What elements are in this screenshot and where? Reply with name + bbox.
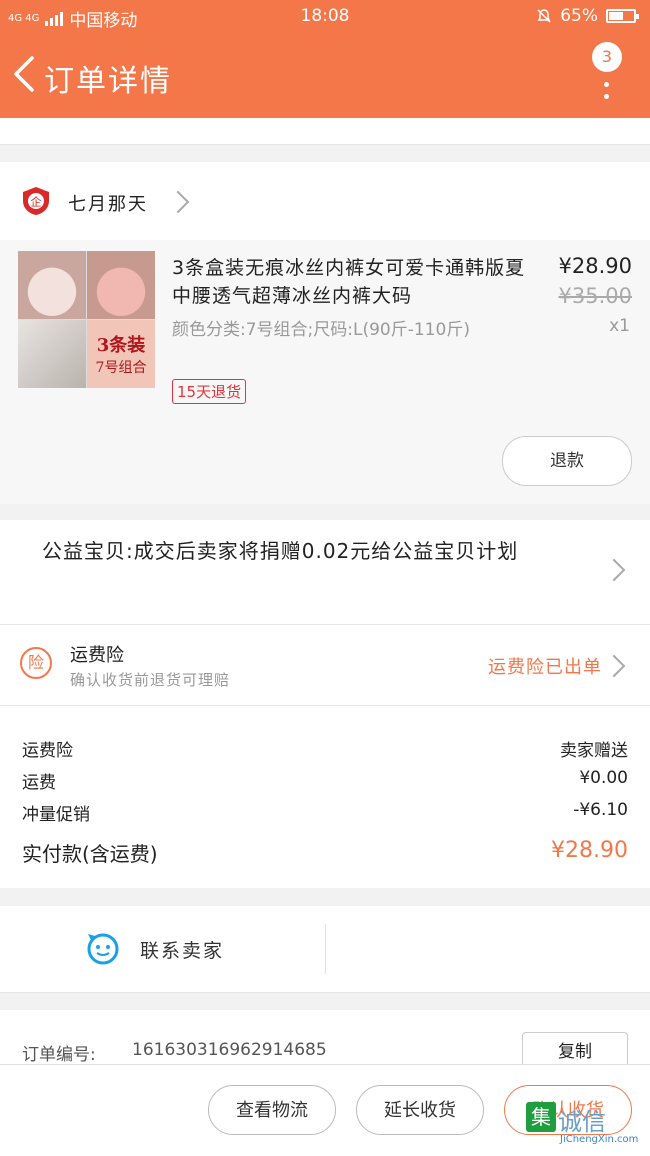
watermark-logo: 集 <box>526 1102 556 1132</box>
fee-label: 冲量促销 <box>22 805 90 825</box>
message-badge: 3 <box>592 42 622 72</box>
chevron-right-icon <box>602 654 626 678</box>
refund-button[interactable]: 退款 <box>502 436 632 486</box>
fee-value: -¥6.10 <box>573 800 628 820</box>
fee-summary: 运费险 卖家赠送 运费 ¥0.00 冲量促销 -¥6.10 实付款(含运费) ¥… <box>0 706 650 888</box>
extend-receipt-button[interactable]: 延长收货 <box>356 1085 484 1135</box>
page-title: 订单详情 <box>44 64 172 99</box>
more-menu-button[interactable]: 3 <box>592 42 632 102</box>
battery-icon <box>606 9 639 23</box>
fee-row-shipping: 运费 ¥0.00 <box>22 768 628 800</box>
fee-row-promotion: 冲量促销 -¥6.10 <box>22 800 628 832</box>
status-bar: 4G 4G 中国移动 18:08 65% <box>0 0 650 32</box>
charity-text: 公益宝贝:成交后卖家将捐赠0.02元给公益宝贝计划 <box>42 539 519 563</box>
insurance-title: 运费险 <box>70 645 124 666</box>
watermark-url: JiChengXin.com <box>560 1134 639 1145</box>
more-dot-icon <box>604 94 609 99</box>
view-logistics-button[interactable]: 查看物流 <box>208 1085 336 1135</box>
fee-label: 运费险 <box>22 741 73 761</box>
contact-seller-button[interactable]: 联系卖家 <box>140 936 224 963</box>
fee-value: 卖家赠送 <box>560 741 628 761</box>
silent-bell-icon <box>537 9 551 23</box>
insurance-icon: 险 <box>20 647 52 679</box>
order-number-row: 订单编号: 1616303169629146​85 复制 <box>0 1010 650 1072</box>
svg-text:企: 企 <box>31 195 42 209</box>
total-value: ¥28.90 <box>551 838 628 863</box>
insurance-status: 运费险已出单 <box>488 657 602 678</box>
shop-badge-icon: 企 <box>23 187 49 215</box>
shop-header[interactable]: 企 七月那天 <box>0 162 650 240</box>
product-price: ¥28.90 <box>558 254 632 278</box>
return-policy-tag: 15天退货 <box>172 379 247 404</box>
product-thumbnail[interactable]: 3条装 7号组合 <box>18 251 155 388</box>
order-number-value: 1616303169629146​85 <box>132 1040 327 1060</box>
back-arrow-icon[interactable] <box>10 54 40 94</box>
nav-bar: 订单详情 3 <box>0 32 650 118</box>
more-dot-icon <box>604 82 609 87</box>
fee-row-insurance: 运费险 卖家赠送 <box>22 736 628 768</box>
contact-seller-bar: 联系卖家 <box>0 906 650 993</box>
chevron-right-icon <box>166 190 190 214</box>
insurance-subtitle: 确认收货前退货可理赔 <box>70 671 231 689</box>
fee-value: ¥0.00 <box>579 768 628 788</box>
charity-row[interactable]: 公益宝贝:成交后卖家将捐赠0.02元给公益宝贝计划 <box>0 520 650 625</box>
chat-bubble-icon[interactable] <box>86 932 120 966</box>
shop-name: 七月那天 <box>68 194 148 215</box>
divider <box>325 924 326 974</box>
shipping-insurance-row[interactable]: 险 运费险 确认收货前退货可理赔 运费险已出单 <box>0 625 650 706</box>
watermark-text: 诚信 <box>558 1108 606 1136</box>
fee-label: 运费 <box>22 773 56 793</box>
total-label: 实付款(含运费) <box>22 842 158 866</box>
product-sku: 颜色分类:7号组合;尺码:L(90斤-110斤) <box>172 320 470 340</box>
site-watermark: 集 诚信 JiChengXin.com <box>526 1098 646 1152</box>
product-title: 3条盒装无痕冰丝内裤女可爱卡通韩版夏中腰透气超薄冰丝内裤大码 <box>172 257 526 307</box>
product-item[interactable]: 3条装 7号组合 3条盒装无痕冰丝内裤女可爱卡通韩版夏中腰透气超薄冰丝内裤大码 … <box>0 240 650 504</box>
fee-row-total: 实付款(含运费) ¥28.90 <box>22 838 628 870</box>
thumb-sublabel: 7号组合 <box>95 360 147 376</box>
battery-percent: 65% <box>560 6 598 26</box>
product-original-price: ¥35.00 <box>558 284 632 308</box>
address-card-partial <box>0 118 650 145</box>
thumb-label: 3条装 <box>96 335 146 356</box>
order-number-label: 订单编号: <box>22 1045 96 1065</box>
chevron-right-icon <box>602 558 626 582</box>
product-quantity: x1 <box>609 316 630 336</box>
